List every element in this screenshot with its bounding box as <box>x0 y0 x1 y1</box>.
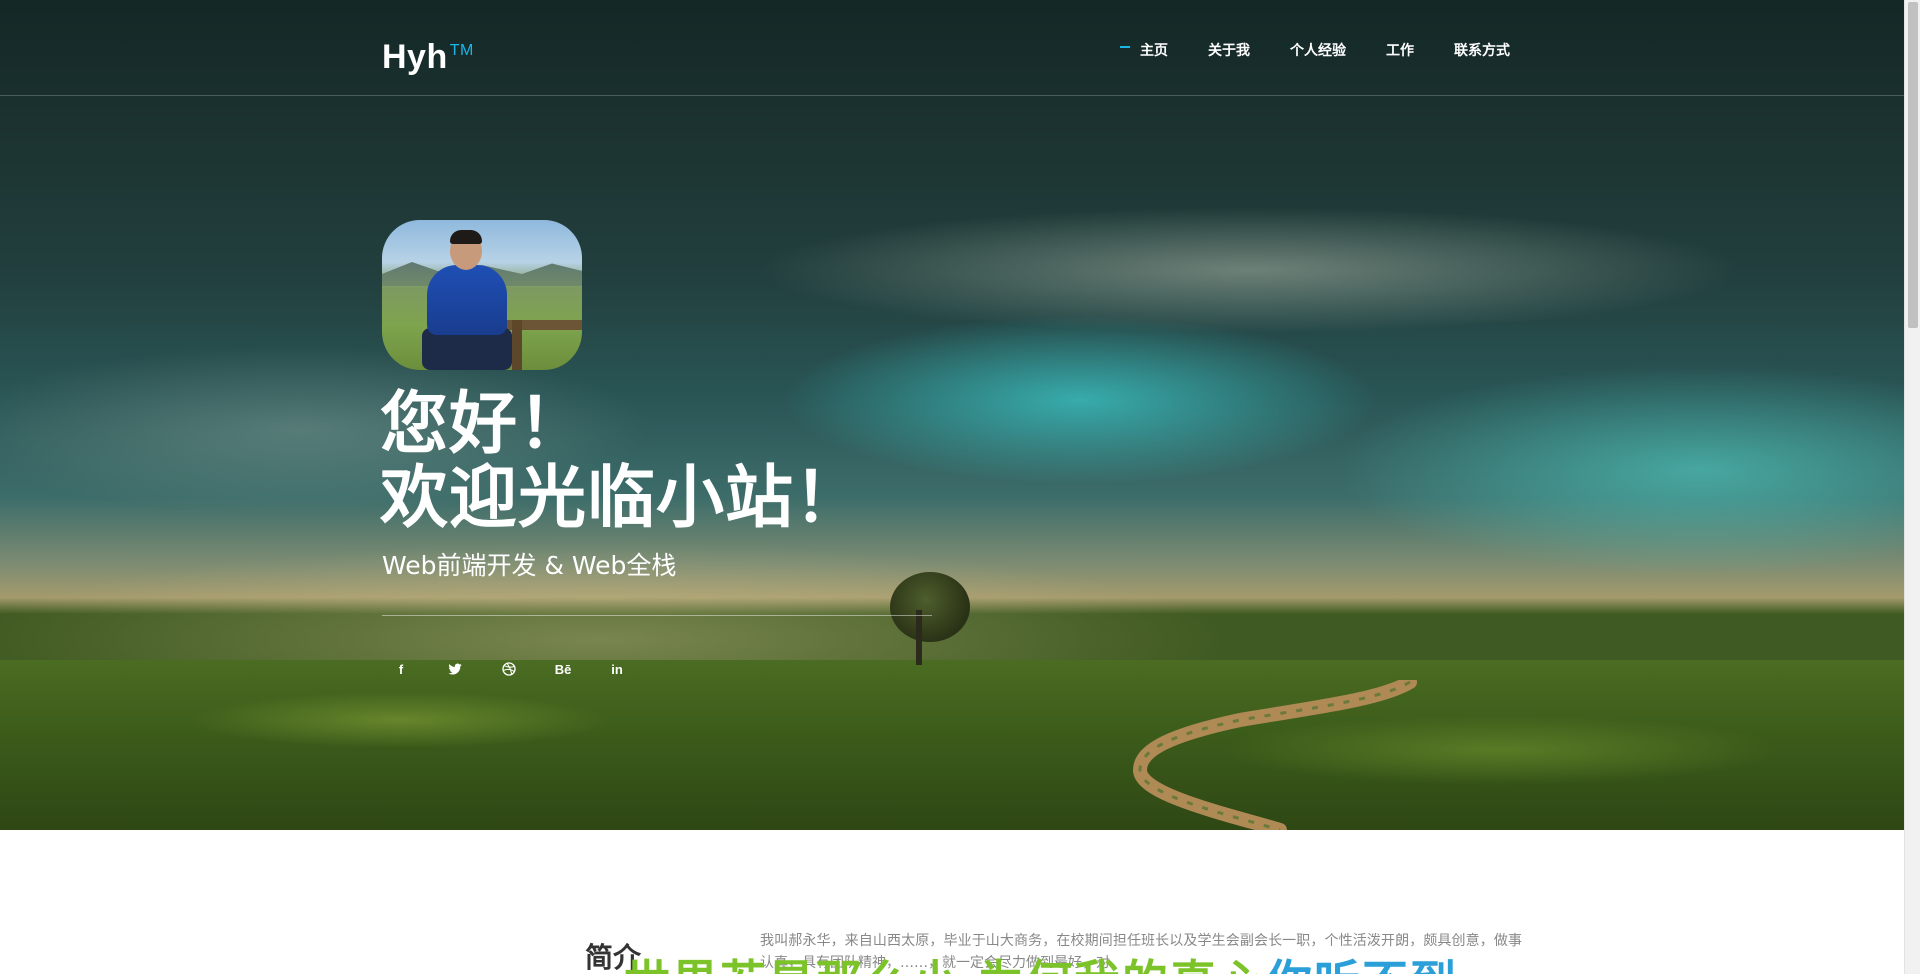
nav-work[interactable]: 工作 <box>1386 40 1414 60</box>
nav-experience[interactable]: 个人经验 <box>1290 40 1346 60</box>
hero-tree <box>890 572 970 642</box>
banner-blue-text: 你听不到 <box>1266 955 1458 974</box>
hero-tree-trunk <box>916 610 922 665</box>
twitter-icon[interactable] <box>446 660 464 678</box>
lyrics-banner: 世界若是那么小 为何我的真心你听不到 <box>624 946 1458 974</box>
hero-section: 您好！ 欢迎光临小站！ Web前端开发 & Web全栈 f Bē in <box>0 0 1904 830</box>
nav-about[interactable]: 关于我 <box>1208 40 1250 60</box>
site-logo[interactable]: Hyh TM <box>382 38 474 77</box>
avatar <box>382 220 582 370</box>
facebook-icon[interactable]: f <box>392 660 410 678</box>
nav-home[interactable]: 主页 <box>1120 40 1168 60</box>
hero-greeting: 您好！ 欢迎光临小站！ <box>380 388 863 536</box>
dribbble-icon[interactable] <box>500 660 518 678</box>
greeting-line-1: 您好！ <box>380 385 588 464</box>
hero-grassland <box>0 660 1904 830</box>
greeting-line-2: 欢迎光临小站！ <box>380 459 864 538</box>
behance-icon[interactable]: Bē <box>554 660 572 678</box>
site-header: Hyh TM 主页 关于我 个人经验 工作 联系方式 <box>0 0 1904 96</box>
scrollbar-thumb[interactable] <box>1908 2 1918 328</box>
hero-subtitle: Web前端开发 & Web全栈 <box>382 551 677 580</box>
hero-divider <box>382 615 932 616</box>
hero-dirt-road <box>1132 680 1417 830</box>
page-scrollbar[interactable] <box>1904 0 1920 974</box>
main-nav: 主页 关于我 个人经验 工作 联系方式 <box>1120 40 1510 60</box>
logo-text: Hyh <box>382 38 448 76</box>
logo-trademark: TM <box>449 42 474 59</box>
social-links: f Bē in <box>392 660 662 678</box>
linkedin-icon[interactable]: in <box>608 660 626 678</box>
nav-contact[interactable]: 联系方式 <box>1454 40 1510 60</box>
banner-green-text: 世界若是那么小 为何我的真心 <box>624 955 1266 974</box>
